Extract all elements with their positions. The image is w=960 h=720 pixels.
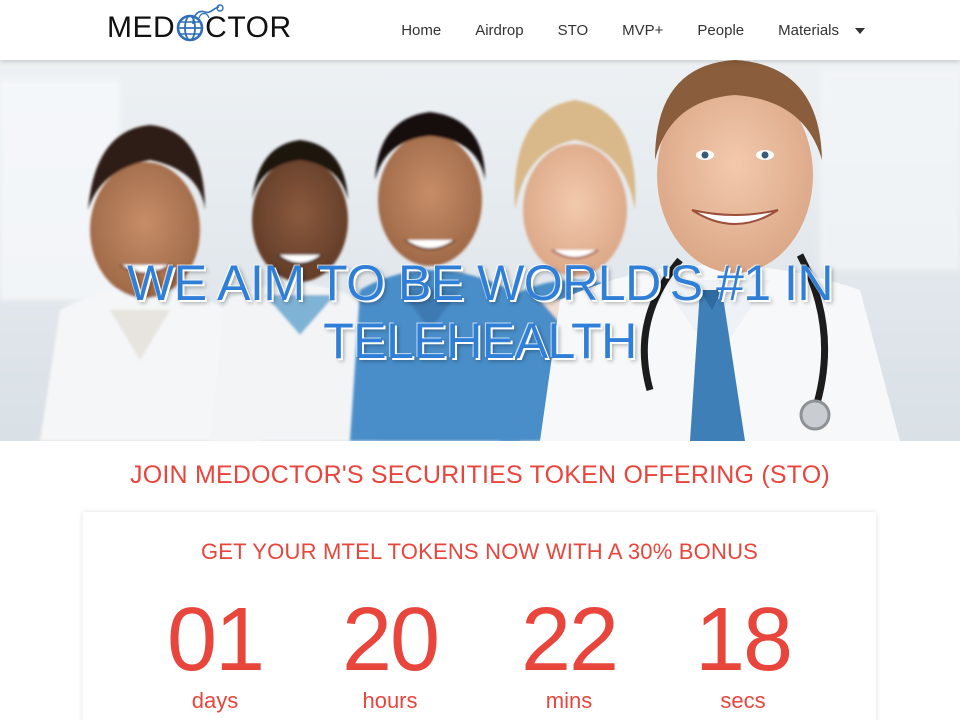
caret-down-icon[interactable] — [855, 28, 865, 34]
countdown-mins: 22 mins — [499, 592, 639, 714]
nav-item-materials[interactable]: Materials — [778, 22, 839, 39]
countdown-hours-value: 20 — [341, 590, 440, 690]
hero-title: WE AIM TO BE WORLD'S #1 IN TELEHEALTH — [0, 254, 960, 370]
countdown-mins-label: mins — [545, 688, 593, 713]
countdown-mins-value: 22 — [520, 590, 619, 690]
countdown-card: GET YOUR MTEL TOKENS NOW WITH A 30% BONU… — [83, 512, 876, 720]
countdown-days: 01 days — [145, 592, 285, 714]
countdown-title: GET YOUR MTEL TOKENS NOW WITH A 30% BONU… — [200, 539, 759, 564]
doctors-team-photo — [0, 60, 960, 441]
nav-item-mvp[interactable]: MVP+ — [622, 22, 663, 39]
countdown-hours-label: hours — [362, 688, 418, 713]
medoctor-logo[interactable]: MED CTOR — [107, 4, 292, 50]
countdown-days-label: days — [191, 688, 239, 713]
nav-item-home[interactable]: Home — [401, 22, 441, 39]
countdown-secs: 18 secs — [673, 592, 813, 714]
countdown-hours: 20 hours — [320, 592, 460, 714]
hero-title-line1: WE AIM TO BE WORLD'S #1 IN — [127, 255, 833, 311]
countdown-days-value: 01 — [166, 590, 265, 690]
nav-item-sto[interactable]: STO — [558, 22, 589, 39]
nav-item-airdrop[interactable]: Airdrop — [475, 22, 523, 39]
countdown-secs-label: secs — [720, 688, 766, 713]
main-nav: Home Airdrop STO MVP+ People Materials — [401, 0, 865, 60]
sto-heading: JOIN MEDOCTOR'S SECURITIES TOKEN OFFERIN… — [130, 461, 830, 489]
top-navbar: MED CTOR Home Airdrop STO MVP+ People Ma… — [0, 0, 960, 60]
stethoscope-icon — [192, 4, 224, 25]
hero-banner: WE AIM TO BE WORLD'S #1 IN TELEHEALTH — [0, 60, 960, 441]
countdown-secs-value: 18 — [694, 590, 793, 690]
hero-title-line2: TELEHEALTH — [323, 313, 637, 369]
nav-item-people[interactable]: People — [697, 22, 744, 39]
logo-text-med: MED — [107, 11, 176, 44]
